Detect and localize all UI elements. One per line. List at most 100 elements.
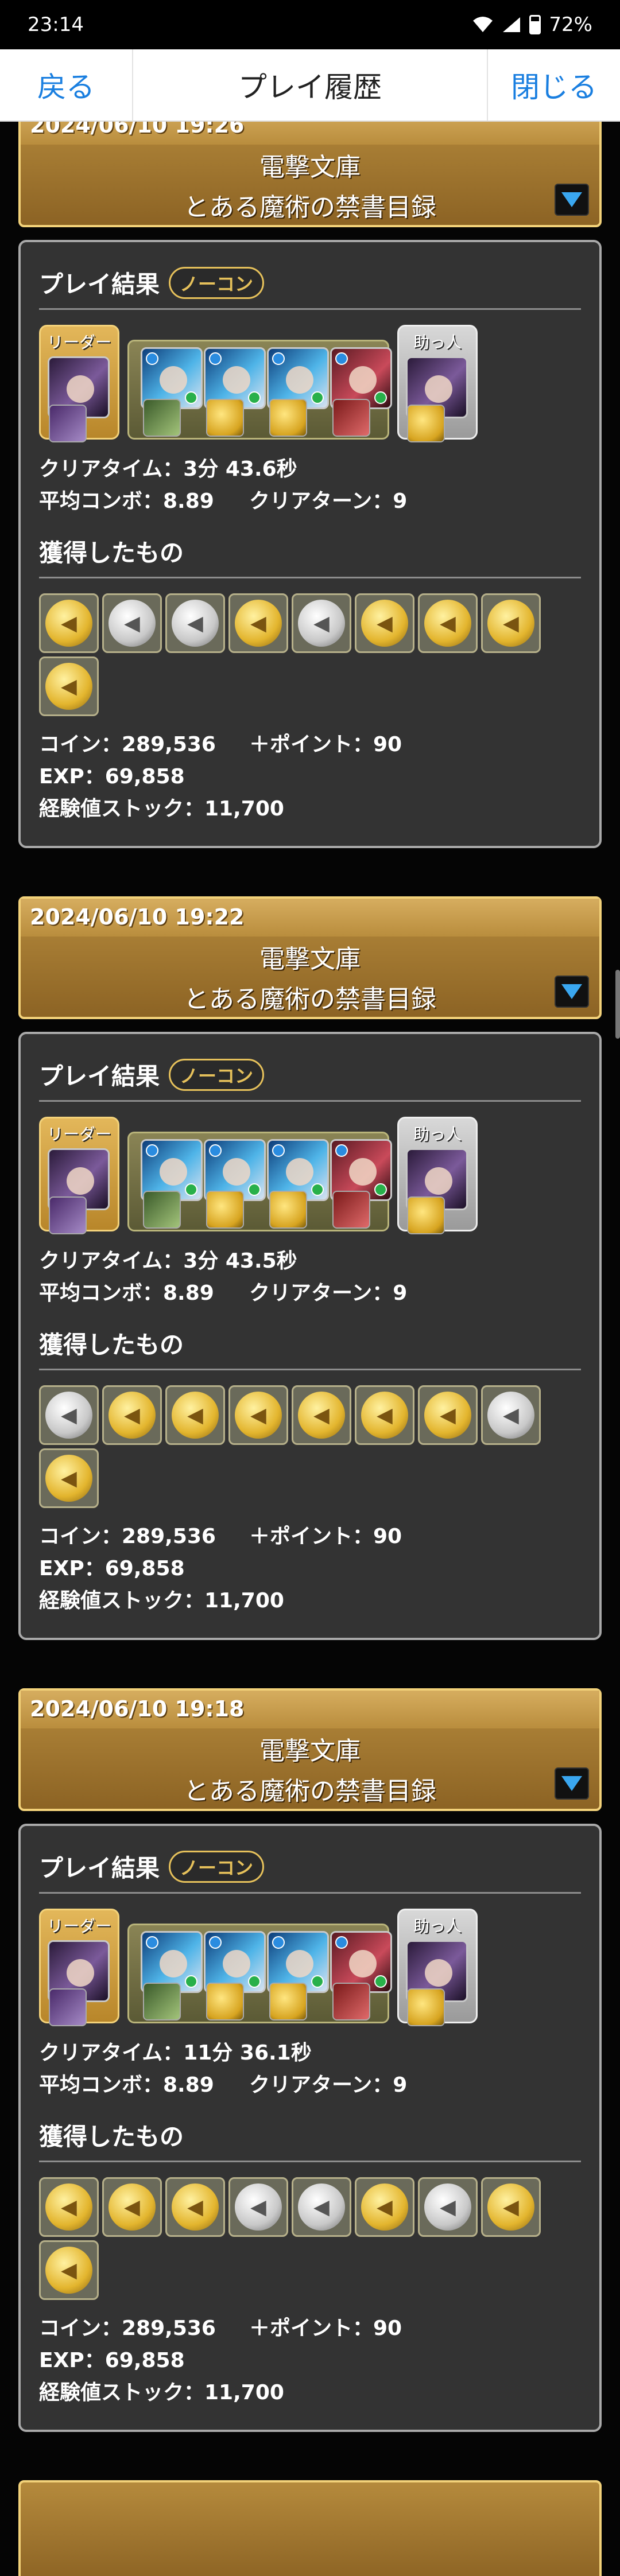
gold-coin-icon[interactable]: ◀ bbox=[355, 2177, 414, 2237]
assist-icon bbox=[143, 1191, 181, 1229]
assist-icon bbox=[49, 405, 87, 442]
wifi-icon bbox=[473, 17, 493, 32]
gold-coin-icon[interactable]: ◀ bbox=[102, 2177, 162, 2237]
silver-coin-icon[interactable]: ◀ bbox=[481, 1385, 541, 1445]
clear-stats: クリアタイム： 3分 43.6秒 平均コンボ：8.89 クリアターン：9 bbox=[39, 453, 581, 518]
play-result-title: プレイ結果 bbox=[39, 270, 160, 298]
gold-coin-icon[interactable]: ◀ bbox=[355, 593, 414, 653]
gold-coin-icon[interactable]: ◀ bbox=[418, 593, 478, 653]
back-button[interactable]: 戻る bbox=[0, 49, 133, 121]
silver-coin-icon[interactable]: ◀ bbox=[292, 2177, 351, 2237]
divider bbox=[39, 2161, 581, 2162]
gold-coin-icon[interactable]: ◀ bbox=[39, 656, 99, 716]
obtained-title: 獲得したもの bbox=[39, 1331, 184, 1359]
team-display: リーダー 助っ人 bbox=[39, 325, 581, 451]
entry-stage: 電撃文庫 bbox=[259, 945, 361, 974]
clear-time-label: クリアタイム： bbox=[39, 2041, 184, 2065]
gold-coin-icon[interactable]: ◀ bbox=[39, 1448, 99, 1508]
team-display: リーダー 助っ人 bbox=[39, 1117, 581, 1243]
silver-coin-icon[interactable]: ◀ bbox=[228, 2177, 288, 2237]
silver-coin-icon[interactable]: ◀ bbox=[292, 593, 351, 653]
silver-coin-icon[interactable]: ◀ bbox=[418, 2177, 478, 2237]
silver-coin-icon[interactable]: ◀ bbox=[102, 593, 162, 653]
sub-members bbox=[127, 1132, 392, 1231]
assist-icon bbox=[49, 1988, 87, 2026]
helper-label: 助っ人 bbox=[413, 1917, 462, 1936]
assist-icon bbox=[407, 405, 445, 442]
gold-coin-icon[interactable]: ◀ bbox=[418, 1385, 478, 1445]
helper-label: 助っ人 bbox=[413, 1125, 462, 1144]
clear-turn: クリアターン：9 bbox=[249, 2073, 408, 2097]
silver-coin-icon[interactable]: ◀ bbox=[165, 593, 225, 653]
clear-time-value: 3分 43.5秒 bbox=[183, 1249, 297, 1273]
gold-coin-icon[interactable]: ◀ bbox=[355, 1385, 414, 1445]
entry-dungeon: とある魔術の禁書目録 bbox=[184, 193, 436, 222]
assist-icon bbox=[407, 1988, 445, 2026]
points-amount: ＋ポイント：90 bbox=[249, 733, 402, 756]
sub-members bbox=[127, 340, 392, 440]
history-entry-header[interactable] bbox=[18, 2480, 602, 2576]
sub-members bbox=[127, 1924, 392, 2023]
gold-coin-icon[interactable]: ◀ bbox=[165, 2177, 225, 2237]
scrollbar[interactable] bbox=[615, 970, 620, 1039]
obtained-title: 獲得したもの bbox=[39, 539, 184, 567]
triangle-down-icon[interactable] bbox=[555, 1767, 589, 1800]
avg-combo: 平均コンボ：8.89 bbox=[39, 1281, 214, 1305]
status-badge: ノーコン bbox=[169, 1850, 265, 1883]
history-entry-header[interactable]: 2024/06/10 19:26 電撃文庫 とある魔術の禁書目録 bbox=[18, 122, 602, 227]
obtained-items: ◀ ◀ ◀ ◀ ◀ ◀ ◀ ◀ ◀ bbox=[39, 1385, 556, 1508]
coin-amount: コイン：289,536 bbox=[39, 2317, 216, 2340]
helper-slot[interactable]: 助っ人 bbox=[397, 1909, 478, 2026]
play-result-panel: プレイ結果 ノーコン リーダー 助っ人 クリアタイム： 3分 43.6秒 平均コン… bbox=[18, 240, 602, 848]
silver-coin-icon[interactable]: ◀ bbox=[39, 1385, 99, 1445]
assist-icon bbox=[143, 1983, 181, 2021]
exp-amount: EXP：69,858 bbox=[39, 765, 185, 788]
helper-slot[interactable]: 助っ人 bbox=[397, 1117, 478, 1234]
gold-coin-icon[interactable]: ◀ bbox=[165, 1385, 225, 1445]
helper-slot[interactable]: 助っ人 bbox=[397, 325, 478, 442]
gold-coin-icon[interactable]: ◀ bbox=[39, 2177, 99, 2237]
divider bbox=[39, 1892, 581, 1894]
reward-stats: コイン：289,536 ＋ポイント：90 EXP：69,858 経験値ストック：1… bbox=[39, 729, 581, 825]
assist-icon bbox=[206, 1191, 244, 1229]
battery-percent: 72% bbox=[549, 13, 592, 36]
assist-icon bbox=[269, 1191, 307, 1229]
history-list[interactable]: 2024/06/10 19:26 電撃文庫 とある魔術の禁書目録 プレイ結果 ノ… bbox=[0, 122, 620, 2576]
status-bar: 23:14 72% bbox=[0, 0, 620, 49]
divider bbox=[39, 1369, 581, 1370]
close-button[interactable]: 閉じる bbox=[487, 49, 620, 121]
gold-coin-icon[interactable]: ◀ bbox=[39, 2240, 99, 2300]
assist-icon bbox=[269, 1983, 307, 2021]
clear-stats: クリアタイム： 11分 36.1秒 平均コンボ：8.89 クリアターン：9 bbox=[39, 2037, 581, 2101]
obtained-items: ◀ ◀ ◀ ◀ ◀ ◀ ◀ ◀ ◀ bbox=[39, 2177, 556, 2300]
leader-slot[interactable]: リーダー bbox=[39, 1117, 119, 1234]
reward-stats: コイン：289,536 ＋ポイント：90 EXP：69,858 経験値ストック：1… bbox=[39, 1521, 581, 1617]
triangle-down-icon[interactable] bbox=[555, 184, 589, 216]
gold-coin-icon[interactable]: ◀ bbox=[481, 2177, 541, 2237]
assist-icon bbox=[49, 1196, 87, 1234]
history-entry-header[interactable]: 2024/06/10 19:22 電撃文庫 とある魔術の禁書目録 bbox=[18, 896, 602, 1019]
leader-label: リーダー bbox=[46, 1917, 111, 1936]
assist-icon bbox=[332, 1983, 370, 2021]
gold-coin-icon[interactable]: ◀ bbox=[39, 593, 99, 653]
battery-icon bbox=[529, 15, 541, 34]
gold-coin-icon[interactable]: ◀ bbox=[481, 593, 541, 653]
leader-slot[interactable]: リーダー bbox=[39, 1909, 119, 2026]
play-result-panel: プレイ結果 ノーコン リーダー 助っ人 クリアタイム： 3分 43.5秒 平均コン… bbox=[18, 1032, 602, 1640]
exp-stock-amount: 経験値ストック：11,700 bbox=[39, 1589, 284, 1613]
history-entry-header[interactable]: 2024/06/10 19:18 電撃文庫 とある魔術の禁書目録 bbox=[18, 1688, 602, 1811]
avg-combo: 平均コンボ：8.89 bbox=[39, 2073, 214, 2097]
gold-coin-icon[interactable]: ◀ bbox=[292, 1385, 351, 1445]
helper-label: 助っ人 bbox=[413, 333, 462, 352]
leader-label: リーダー bbox=[46, 333, 111, 352]
gold-coin-icon[interactable]: ◀ bbox=[228, 1385, 288, 1445]
obtained-title: 獲得したもの bbox=[39, 2123, 184, 2151]
gold-coin-icon[interactable]: ◀ bbox=[228, 593, 288, 653]
gold-coin-icon[interactable]: ◀ bbox=[102, 1385, 162, 1445]
divider bbox=[39, 577, 581, 578]
triangle-down-icon[interactable] bbox=[555, 976, 589, 1008]
play-result-panel: プレイ結果 ノーコン リーダー 助っ人 クリアタイム： 11分 36.1秒 平均コ… bbox=[18, 1824, 602, 2432]
leader-slot[interactable]: リーダー bbox=[39, 325, 119, 442]
points-amount: ＋ポイント：90 bbox=[249, 2317, 402, 2340]
assist-icon bbox=[269, 399, 307, 437]
